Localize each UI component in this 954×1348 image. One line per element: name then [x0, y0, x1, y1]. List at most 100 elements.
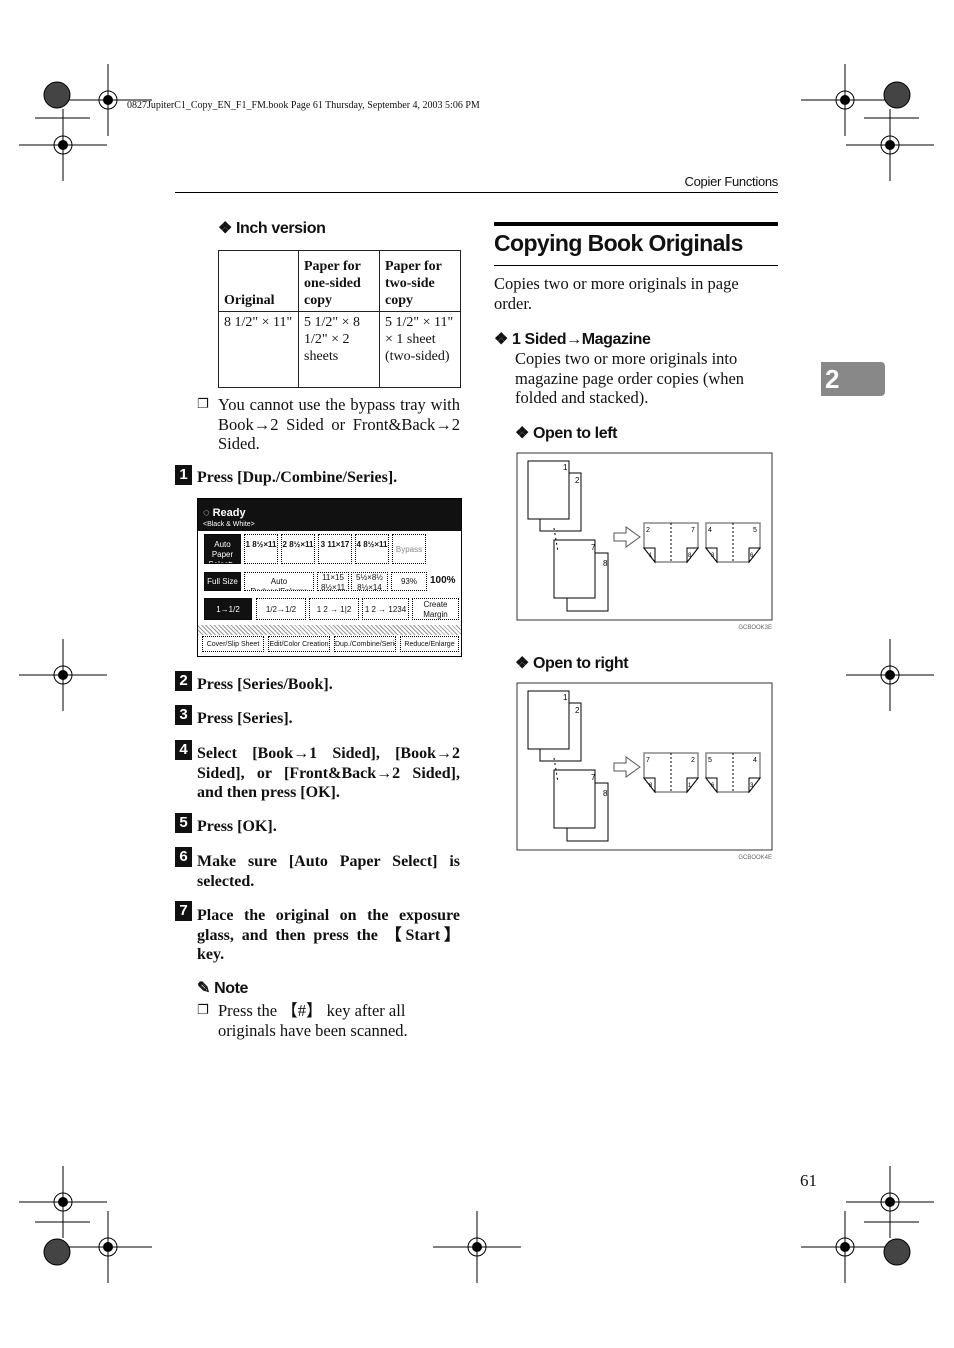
book-to-two-sided-button[interactable]: 1/2→1/2 — [256, 598, 306, 620]
registration-target-icon — [885, 670, 895, 680]
chapter-tab: 2 — [821, 362, 885, 396]
front-back-two-sided-button[interactable]: 1 2 → 1|2 — [309, 598, 359, 620]
table-note: You cannot use the bypass tray with Book… — [218, 395, 460, 453]
color-target-icon — [43, 1238, 71, 1266]
step-marker: 6 — [175, 847, 192, 867]
registration-target-icon — [58, 1197, 68, 1207]
diamond-icon: ❖ — [494, 331, 512, 348]
registration-target-icon — [840, 1242, 850, 1252]
open-to-left-diagram: 12782 71 84 53 6GCBOOK3E — [516, 452, 773, 631]
diamond-icon: ❖ — [515, 655, 533, 672]
note-heading: ✎ Note — [197, 980, 249, 997]
arrow-icon — [613, 756, 641, 778]
page-number-label: 8 — [603, 559, 608, 568]
table-cell: 5 1/2" × 8 1/2" × 2 sheets — [298, 311, 380, 388]
figure-code: GCBOOK4E — [738, 855, 772, 861]
page-number-label: 1 — [563, 463, 568, 472]
auto-paper-select-button[interactable]: Auto Paper Select▶ — [204, 534, 241, 564]
color-target-icon — [43, 81, 71, 109]
checkbox-bullet-icon: ❐ — [197, 1003, 209, 1018]
page-number: 61 — [800, 1171, 817, 1190]
page-number-label: 1 — [563, 693, 568, 702]
step-text: Press [Series/Book]. — [197, 676, 333, 693]
diamond-icon: ❖ — [515, 425, 533, 442]
step-marker: 4 — [175, 740, 192, 760]
step-text: Press [OK]. — [197, 818, 277, 835]
running-header: Copier Functions — [684, 174, 779, 189]
original-page — [553, 539, 596, 599]
full-size-button[interactable]: Full Size — [204, 572, 241, 591]
registration-target-icon — [885, 1197, 895, 1207]
registration-target-icon — [103, 95, 113, 105]
registration-target-icon — [840, 95, 850, 105]
magazine-text: Copies two or more originals into magazi… — [515, 349, 745, 407]
inch-version-heading: ❖ Inch version — [218, 220, 326, 237]
page-number-label: 5 — [753, 527, 757, 534]
page-number-label: 7 — [691, 527, 695, 534]
tray-2-button[interactable]: 2 8½×11 — [281, 534, 315, 564]
ratio-value: 100% — [430, 575, 456, 586]
step-text: Make sure [Auto Paper Select] is selecte… — [197, 853, 460, 890]
page-number-label: 2 — [575, 476, 580, 485]
tab-cover-slip-sheet[interactable]: Cover/Slip Sheet — [202, 636, 264, 652]
original-page — [553, 769, 596, 829]
paper-table: Original Paper for one-sided copy Paper … — [218, 250, 461, 388]
step-text: Place the original on the exposure glass… — [197, 907, 460, 963]
magazine-button[interactable]: 1 2 → 1234 — [362, 598, 409, 620]
table-header: Original — [218, 250, 299, 312]
ratio-preset-button[interactable]: 93% — [391, 572, 427, 591]
panel-divider — [198, 625, 461, 635]
page-number-label: 8 — [603, 789, 608, 798]
page-number-label: 2 — [646, 527, 650, 534]
color-mode: <Black & White> — [203, 521, 255, 528]
section-title: Copying Book Originals — [494, 230, 743, 256]
tray-4-button[interactable]: 4 8½×11 — [355, 534, 389, 564]
color-target-icon — [883, 81, 911, 109]
status-ready: ◌ Ready — [203, 507, 246, 519]
create-margin-button[interactable]: Create Margin — [412, 598, 459, 620]
copier-control-panel: ◌ Ready <Black & White> Auto Paper Selec… — [197, 498, 462, 657]
tray-1-button[interactable]: 1 8½×11 — [244, 534, 278, 564]
pencil-icon: ✎ — [197, 980, 211, 997]
step-marker: 5 — [175, 813, 192, 833]
title-rule-top — [494, 222, 778, 226]
auto-reduce-enlarge-button[interactable]: Auto Reduce/Enlarge — [244, 572, 314, 591]
table-header: Paper for two-side copy — [379, 250, 461, 312]
book-to-one-sided-button[interactable]: 1→1/2 — [204, 598, 252, 620]
header-rule — [175, 192, 778, 193]
open-left-heading: ❖ Open to left — [515, 425, 618, 442]
diamond-icon: ❖ — [218, 220, 236, 237]
table-cell: 8 1/2" × 11" — [218, 311, 299, 388]
tab-reduce-enlarge[interactable]: Reduce/Enlarge — [400, 636, 459, 652]
step-marker: 3 — [175, 705, 192, 725]
registration-target-icon — [472, 1242, 482, 1252]
page-number-label: 7 — [646, 757, 650, 764]
ratio-preset-button[interactable]: 5½×8½ 8½×14 — [351, 572, 388, 591]
intro-text: Copies two or more originals in page ord… — [494, 274, 739, 313]
registration-target-icon — [58, 670, 68, 680]
tab-edit-color-creation[interactable]: Edit/Color Creation — [268, 636, 330, 652]
tab-dup-combine-series[interactable]: Dup./Combine/Series — [334, 636, 396, 652]
table-cell: 5 1/2" × 11" × 1 sheet (two-sided) — [379, 311, 461, 388]
print-header: 0827JupiterC1_Copy_EN_F1_FM.book Page 61… — [127, 100, 480, 111]
open-to-right-diagram: 12787 28 15 46 3GCBOOK4E — [516, 682, 773, 861]
checkbox-bullet-icon: ❐ — [197, 397, 209, 412]
page-number-label: 4 — [753, 757, 757, 764]
tray-3-button[interactable]: 3 11×17 — [318, 534, 352, 564]
title-rule-bottom — [494, 265, 778, 266]
bypass-button[interactable]: Bypass — [392, 534, 426, 564]
step-text: Press [Series]. — [197, 710, 293, 727]
page-number-label: 7 — [591, 543, 596, 552]
page-number-label: 4 — [708, 527, 712, 534]
step-marker: 1 — [175, 465, 192, 485]
registration-marks — [19, 64, 934, 1283]
step-text: Select [Book→1 Sided], [Book→2 Sided], o… — [197, 745, 460, 801]
color-target-icon — [883, 1238, 911, 1266]
page-number-label: 2 — [691, 757, 695, 764]
ratio-preset-button[interactable]: 11×15 8½×11 — [317, 572, 349, 591]
open-right-heading: ❖ Open to right — [515, 655, 629, 672]
page-number-label: 7 — [591, 773, 596, 782]
page-number-label: 2 — [575, 706, 580, 715]
step-marker: 2 — [175, 671, 192, 691]
step-text: Press [Dup./Combine/Series]. — [197, 469, 398, 486]
